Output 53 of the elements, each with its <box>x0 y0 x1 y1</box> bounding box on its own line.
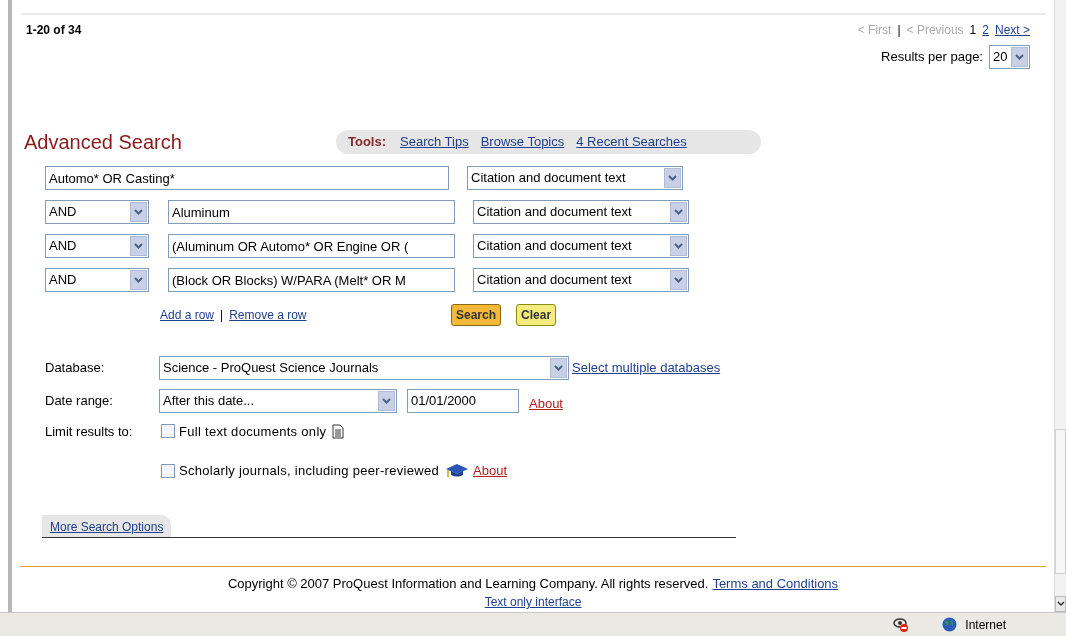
results-per-page-label: Results per page: <box>881 48 983 67</box>
pager-link[interactable]: 2 <box>982 21 989 39</box>
search-field[interactable]: (Aluminum OR Automo* OR Engine OR ( <box>168 234 455 258</box>
search-field[interactable]: Automo* OR Casting* <box>45 166 449 190</box>
results-per-page-dropdown[interactable]: 20 <box>989 45 1030 69</box>
checkbox-label: Scholarly journals, including peer-reviewed <box>179 462 440 480</box>
about-link[interactable]: About <box>473 461 507 481</box>
field-dropdown[interactable]: Citation and document text <box>473 234 689 258</box>
security-zone-label: Internet <box>965 616 1006 634</box>
globe-icon <box>942 617 958 632</box>
pager-link[interactable]: Next > <box>995 21 1030 39</box>
more-search-options-tab[interactable]: More Search Options <box>42 514 172 537</box>
results-count: 1-20 of 34 <box>26 22 82 39</box>
text-only-interface-link[interactable]: Text only interface <box>484 595 582 609</box>
select-multiple-databases-link[interactable]: Select multiple databases <box>572 358 721 378</box>
checkbox-label: Full text documents only <box>179 422 327 441</box>
field-dropdown[interactable]: Citation and document text <box>473 200 689 224</box>
database-dropdown[interactable]: Science - ProQuest Science Journals <box>159 356 569 380</box>
search-button[interactable]: Search <box>451 304 502 326</box>
search-field[interactable]: Aluminum <box>168 200 455 224</box>
date-range-label: Date range: <box>45 392 114 410</box>
page-heading: Advanced Search <box>24 130 183 155</box>
field-dropdown[interactable]: Citation and document text <box>467 166 683 190</box>
graduation-cap-icon <box>445 462 470 479</box>
terms-link[interactable]: Terms and Conditions <box>712 573 839 593</box>
checkbox[interactable] <box>161 463 175 478</box>
tool-link[interactable]: Browse Topics <box>480 132 565 152</box>
copyright-text: Copyright © 2007 ProQuest Information and Learning Company. All rights reserved. <box>227 574 709 593</box>
checkbox[interactable] <box>161 424 175 439</box>
tool-link[interactable]: Search Tips <box>400 132 469 152</box>
operator-dropdown[interactable]: AND <box>45 200 149 224</box>
row-link[interactable]: Remove a row <box>229 306 307 324</box>
scrollbar-thumb[interactable] <box>1055 429 1066 574</box>
clear-button[interactable]: Clear <box>516 304 557 326</box>
scroll-down-icon[interactable] <box>1055 596 1066 612</box>
field-dropdown[interactable]: Citation and document text <box>473 268 689 292</box>
operator-dropdown[interactable]: AND <box>45 268 149 292</box>
search-field[interactable]: (Block OR Blocks) W/PARA (Melt* OR M <box>168 268 455 292</box>
date-field[interactable]: 01/01/2000 <box>407 388 519 413</box>
limit-results-label: Limit results to: <box>45 422 134 441</box>
date-range-dropdown[interactable]: After this date... <box>159 388 397 413</box>
scrollbar[interactable] <box>1054 0 1066 612</box>
pager-separator: | <box>897 22 901 39</box>
privacy-blocked-icon <box>892 616 911 633</box>
operator-dropdown[interactable]: AND <box>45 234 149 258</box>
database-label: Database: <box>45 359 106 378</box>
about-link[interactable]: About <box>529 394 563 414</box>
tools-label: Tools: <box>348 133 387 152</box>
document-icon <box>332 423 345 439</box>
tool-link[interactable]: 4 Recent Searches <box>576 132 687 152</box>
link-separator: | <box>220 307 224 324</box>
row-link[interactable]: Add a row <box>160 306 215 324</box>
current-page: 1 <box>969 22 977 39</box>
